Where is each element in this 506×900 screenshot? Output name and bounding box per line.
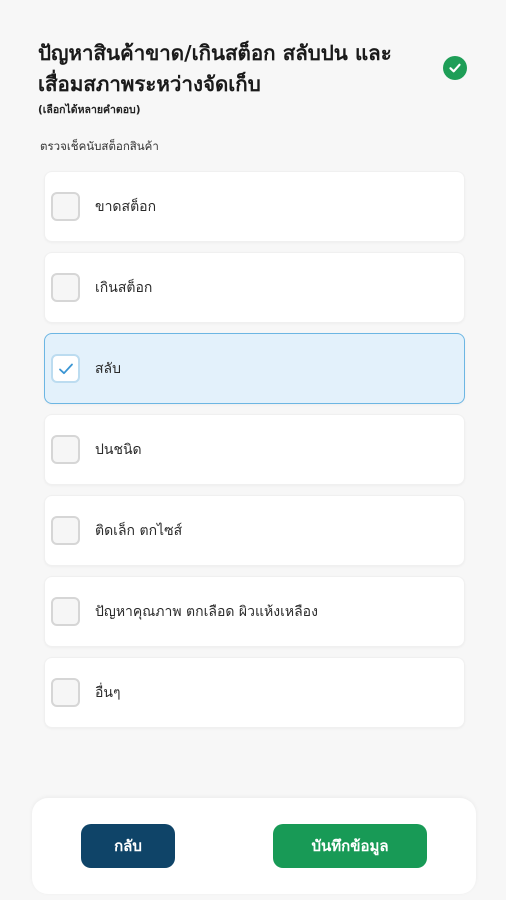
footer-bar: กลับ บันทึกข้อมูล	[32, 798, 476, 894]
save-button[interactable]: บันทึกข้อมูล	[273, 824, 427, 868]
option-label: เกินสต็อก	[95, 279, 153, 296]
option-6[interactable]: อื่นๆ	[44, 657, 465, 728]
question-title: ปัญหาสินค้าขาด/เกินสต็อก สลับปน และเสื่อ…	[38, 41, 392, 96]
options-list: ขาดสต็อก เกินสต็อก สลับ ปนชนิด ติดเล็ก ต…	[44, 171, 465, 738]
checkbox-checked[interactable]	[51, 354, 80, 383]
option-0[interactable]: ขาดสต็อก	[44, 171, 465, 242]
checkbox[interactable]	[51, 678, 80, 707]
option-2[interactable]: สลับ	[44, 333, 465, 404]
checkbox[interactable]	[51, 516, 80, 545]
option-label: ขาดสต็อก	[95, 198, 157, 215]
option-5[interactable]: ปัญหาคุณภาพ ตกเลือด ผิวแห้งเหลือง	[44, 576, 465, 647]
checkbox[interactable]	[51, 192, 80, 221]
option-label: ปนชนิด	[95, 441, 142, 458]
option-1[interactable]: เกินสต็อก	[44, 252, 465, 323]
option-label: ปัญหาคุณภาพ ตกเลือด ผิวแห้งเหลือง	[95, 603, 318, 620]
option-4[interactable]: ติดเล็ก ตกไซส์	[44, 495, 465, 566]
checkmark-icon	[58, 363, 73, 374]
check-circle-icon	[443, 56, 467, 80]
checkbox[interactable]	[51, 273, 80, 302]
option-label: สลับ	[95, 360, 122, 377]
option-label: อื่นๆ	[95, 684, 121, 701]
option-label: ติดเล็ก ตกไซส์	[95, 522, 183, 539]
section-label: ตรวจเช็คนับสต็อกสินค้า	[40, 139, 159, 153]
option-3[interactable]: ปนชนิด	[44, 414, 465, 485]
question-header: ปัญหาสินค้าขาด/เกินสต็อก สลับปน และเสื่อ…	[38, 38, 458, 118]
checkbox[interactable]	[51, 597, 80, 626]
checkbox[interactable]	[51, 435, 80, 464]
back-button[interactable]: กลับ	[81, 824, 175, 868]
question-subtitle: (เลือกได้หลายคำตอบ)	[38, 104, 141, 116]
